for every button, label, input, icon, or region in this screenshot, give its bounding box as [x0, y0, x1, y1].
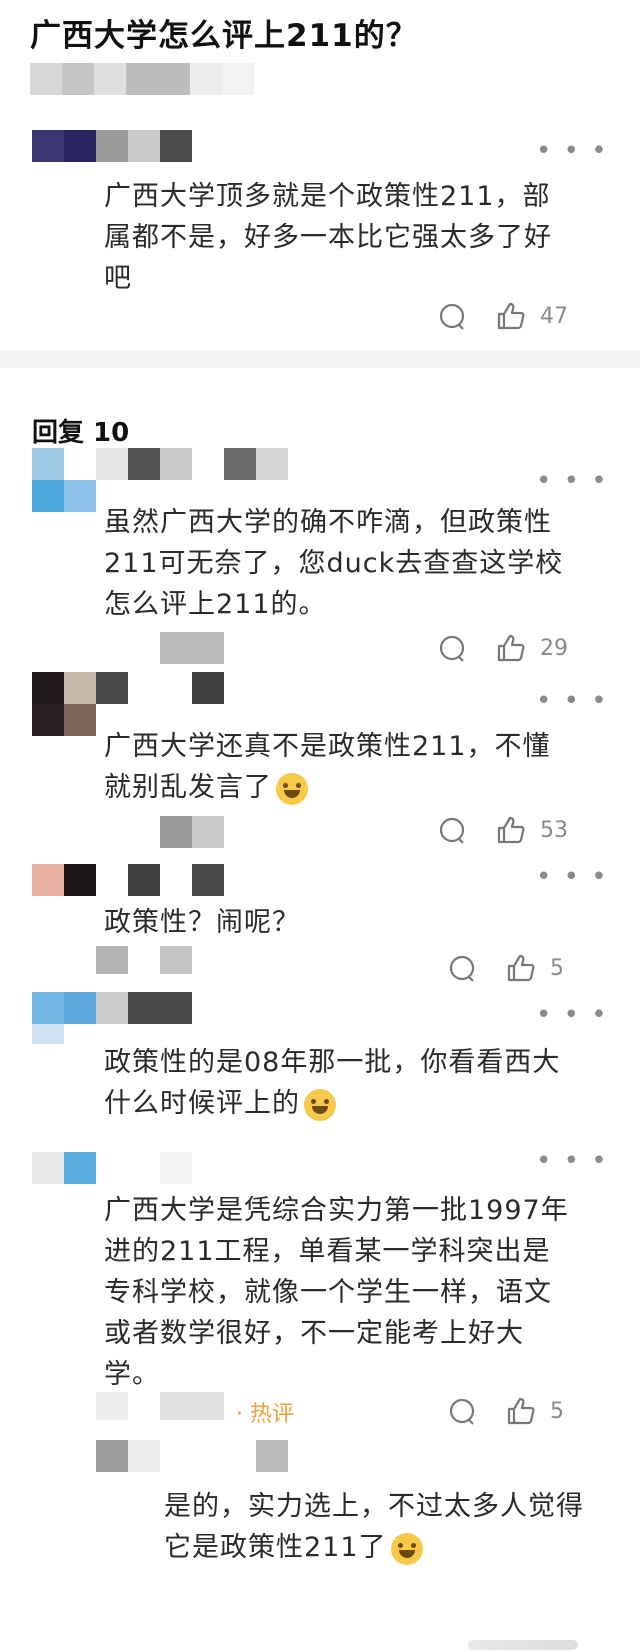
- comment-bubble-icon[interactable]: [447, 1397, 477, 1427]
- more-options-button[interactable]: • • •: [536, 862, 609, 892]
- grinning-emoji-icon: [276, 772, 308, 805]
- thumbs-up-icon[interactable]: [505, 1395, 537, 1427]
- main-comment-actions: 47: [437, 300, 607, 340]
- reply-name-blurred: [96, 816, 224, 848]
- post-title: 广西大学怎么评上211的？: [30, 18, 418, 54]
- like-count: 5: [550, 956, 564, 981]
- thumbs-up-icon[interactable]: [505, 952, 537, 984]
- comment-bubble-icon[interactable]: [447, 954, 477, 984]
- like-count: 5: [550, 1399, 564, 1424]
- reply-text-content: 是的，实力选上，不过太多人觉得它是政策性211了: [164, 1491, 584, 1563]
- reply-text: 广西大学是凭综合实力第一批1997年进的211工程，单看某一学科突出是专科学校，…: [104, 1195, 569, 1390]
- reply-avatar-blurred: [32, 672, 96, 736]
- reply-text: 政策性的是08年那一批，你看看西大什么时候评上的: [104, 1042, 574, 1124]
- reply-name-blurred: [96, 448, 296, 480]
- nested-reply-avatar-blurred: [96, 1440, 296, 1472]
- comment-bubble-icon[interactable]: [437, 302, 467, 332]
- comment-bubble-icon[interactable]: [437, 634, 467, 664]
- reply-text: 政策性？闹呢？: [104, 907, 300, 938]
- reply-actions: 5: [447, 1395, 617, 1435]
- reply-avatar-blurred: [32, 1152, 96, 1184]
- reply-avatar-blurred: [32, 448, 96, 512]
- bottom-gray-dots: [468, 1640, 578, 1650]
- replies-header: 回复 10: [32, 418, 130, 448]
- thumbs-up-icon[interactable]: [495, 814, 527, 846]
- grinning-emoji-icon: [304, 1088, 336, 1121]
- more-options-button[interactable]: • • •: [536, 1146, 609, 1176]
- reply-text: 广西大学还真不是政策性211，不懂就别乱发言了: [104, 726, 574, 808]
- reply-avatar-blurred: [32, 864, 96, 896]
- more-options-button[interactable]: • • •: [536, 136, 609, 166]
- more-options-button[interactable]: • • •: [536, 1000, 609, 1030]
- reply-text: 虽然广西大学的确不咋滴，但政策性211可无奈了，您duck去查查这学校怎么评上2…: [104, 507, 564, 620]
- thumbs-up-icon[interactable]: [495, 632, 527, 664]
- reply-avatar-blurred: [32, 992, 96, 1056]
- reply-name-blurred: [96, 946, 192, 974]
- more-options-button[interactable]: • • •: [536, 686, 609, 716]
- reply-actions: 53: [437, 814, 607, 854]
- like-count: 29: [540, 636, 568, 661]
- like-count: 53: [540, 818, 568, 843]
- section-divider: [0, 350, 640, 368]
- reply-name-blurred: [96, 672, 236, 704]
- main-comment-text: 广西大学顶多就是个政策性211，部属都不是，好多一本比它强太多了好吧: [104, 181, 552, 294]
- author-name-blurred: [30, 63, 320, 95]
- reply-name-blurred: [160, 632, 224, 664]
- reply-name-blurred: [96, 1152, 196, 1184]
- like-count: 47: [540, 304, 568, 329]
- reply-actions: 29: [437, 632, 607, 672]
- hot-comment-badge: · 热评: [236, 1396, 294, 1428]
- reply-actions: 5: [447, 952, 617, 992]
- reply-name-blurred: [96, 864, 236, 896]
- hot-dot: ·: [236, 1402, 250, 1427]
- more-options-button[interactable]: • • •: [536, 466, 609, 496]
- thumbs-up-icon[interactable]: [495, 300, 527, 332]
- reply-name-blurred: [96, 992, 196, 1024]
- reply-name-blurred: [96, 1392, 236, 1420]
- reply-text-content: 广西大学还真不是政策性211，不懂就别乱发言了: [104, 731, 551, 803]
- commenter-name-blurred: [32, 130, 197, 162]
- hot-label: 热评: [250, 1402, 295, 1427]
- nested-reply-text: 是的，实力选上，不过太多人觉得它是政策性211了: [164, 1486, 584, 1568]
- laughing-crying-emoji-icon: [390, 1532, 423, 1565]
- comment-bubble-icon[interactable]: [437, 816, 467, 846]
